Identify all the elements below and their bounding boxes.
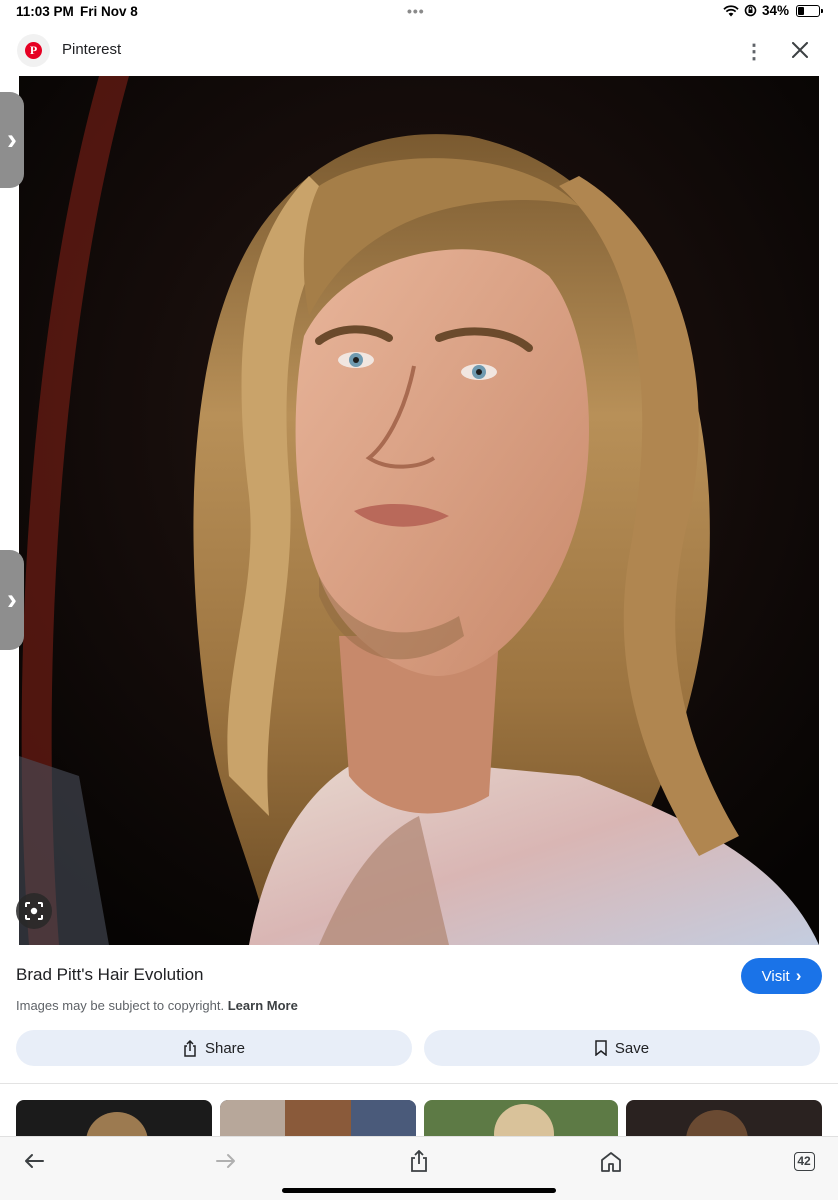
status-date: Fri Nov 8 [80, 4, 138, 19]
related-thumbnail[interactable] [626, 1100, 822, 1136]
side-tab-top-overlay[interactable]: › [0, 92, 24, 188]
save-label: Save [614, 1039, 650, 1057]
forward-arrow-icon [216, 1154, 235, 1168]
chevron-right-icon: › [7, 123, 17, 156]
home-indicator[interactable] [282, 1188, 556, 1193]
related-thumbnail[interactable] [424, 1100, 618, 1136]
tabs-button[interactable]: 42 [788, 1147, 820, 1175]
related-thumbnail[interactable] [220, 1100, 416, 1136]
side-tab-middle[interactable]: › [0, 550, 24, 650]
related-images [16, 1100, 822, 1136]
share-icon [184, 1039, 196, 1057]
chevron-right-icon: › [7, 583, 17, 616]
battery-level [798, 6, 804, 15]
visit-label: Visit [761, 967, 790, 985]
lens-button[interactable] [16, 893, 52, 929]
tabs-icon: 42 [793, 1151, 815, 1171]
copyright-notice: Images may be subject to copyright. Lear… [16, 998, 298, 1013]
copyright-text: Images may be subject to copyright. [16, 998, 225, 1013]
viewer-header: P Pinterest ⋮ [0, 26, 838, 76]
pinterest-logo[interactable]: P [17, 34, 50, 67]
battery-icon [796, 4, 823, 17]
more-vert-icon: ⋮ [744, 40, 764, 63]
main-image[interactable] [19, 76, 819, 945]
battery-percent: 34% [761, 3, 789, 18]
result-title[interactable]: Brad Pitt's Hair Evolution [16, 965, 204, 985]
share-button[interactable]: Share [16, 1030, 412, 1066]
wifi-icon [723, 4, 739, 16]
pinterest-logo-icon: P [25, 42, 42, 59]
portrait-photo [19, 76, 819, 945]
back-button[interactable] [18, 1147, 50, 1175]
orientation-lock-icon [744, 4, 757, 17]
back-arrow-icon [25, 1154, 44, 1168]
home-icon [601, 1151, 621, 1172]
lens-search-icon [25, 902, 43, 920]
site-name[interactable]: Pinterest [62, 41, 121, 58]
close-button[interactable] [788, 38, 812, 62]
status-indicators: 34% [723, 3, 823, 18]
forward-button[interactable] [210, 1147, 242, 1175]
share-label: Share [204, 1039, 246, 1057]
chevron-right-icon: › [795, 966, 802, 985]
bookmark-icon [595, 1040, 607, 1056]
share-icon [411, 1150, 427, 1172]
related-thumbnail[interactable] [16, 1100, 212, 1136]
save-button[interactable]: Save [424, 1030, 820, 1066]
learn-more-link[interactable]: Learn More [228, 998, 298, 1013]
multitasking-dots[interactable]: ••• [407, 3, 425, 19]
close-icon [792, 42, 808, 58]
status-time: 11:03 PM [16, 4, 74, 19]
share-page-button[interactable] [403, 1147, 435, 1175]
status-bar: 11:03 PM Fri Nov 8 ••• 34% [0, 0, 838, 26]
more-options-button[interactable]: ⋮ [744, 38, 764, 64]
visit-button[interactable]: Visit › [741, 958, 822, 994]
home-button[interactable] [595, 1147, 627, 1175]
divider [0, 1083, 838, 1084]
